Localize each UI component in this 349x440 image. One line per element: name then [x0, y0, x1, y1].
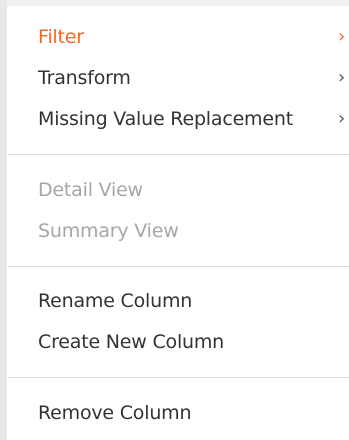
menu-item-label: Missing Value Replacement [38, 108, 293, 130]
menu-divider [8, 266, 349, 267]
menu-divider [8, 377, 349, 378]
menu-item-missing-value-replacement[interactable]: Missing Value Replacement › [38, 101, 349, 137]
context-menu-screen: Filter › Transform › Missing Value Repla… [0, 0, 349, 440]
left-edge-shadow [0, 0, 7, 440]
menu-item-filter[interactable]: Filter › [38, 19, 349, 55]
menu-item-transform[interactable]: Transform › [38, 60, 349, 96]
chevron-right-icon: › [338, 67, 345, 88]
menu-item-summary-view: Summary View [38, 213, 349, 249]
menu-item-label: Summary View [38, 220, 179, 242]
menu-divider [8, 154, 349, 155]
menu-item-rename-column[interactable]: Rename Column [38, 283, 349, 319]
menu-item-label: Remove Column [38, 402, 192, 424]
context-menu: Filter › Transform › Missing Value Repla… [8, 6, 349, 440]
menu-item-label: Detail View [38, 179, 143, 201]
menu-item-label: Transform [38, 67, 131, 89]
chevron-right-icon: › [338, 108, 345, 129]
menu-item-create-new-column[interactable]: Create New Column [38, 324, 349, 360]
menu-item-label: Rename Column [38, 290, 193, 312]
menu-item-remove-column[interactable]: Remove Column [38, 395, 349, 431]
chevron-right-icon: › [338, 26, 345, 47]
menu-item-label: Create New Column [38, 331, 225, 353]
menu-item-label: Filter [38, 26, 84, 48]
menu-item-detail-view: Detail View [38, 172, 349, 208]
